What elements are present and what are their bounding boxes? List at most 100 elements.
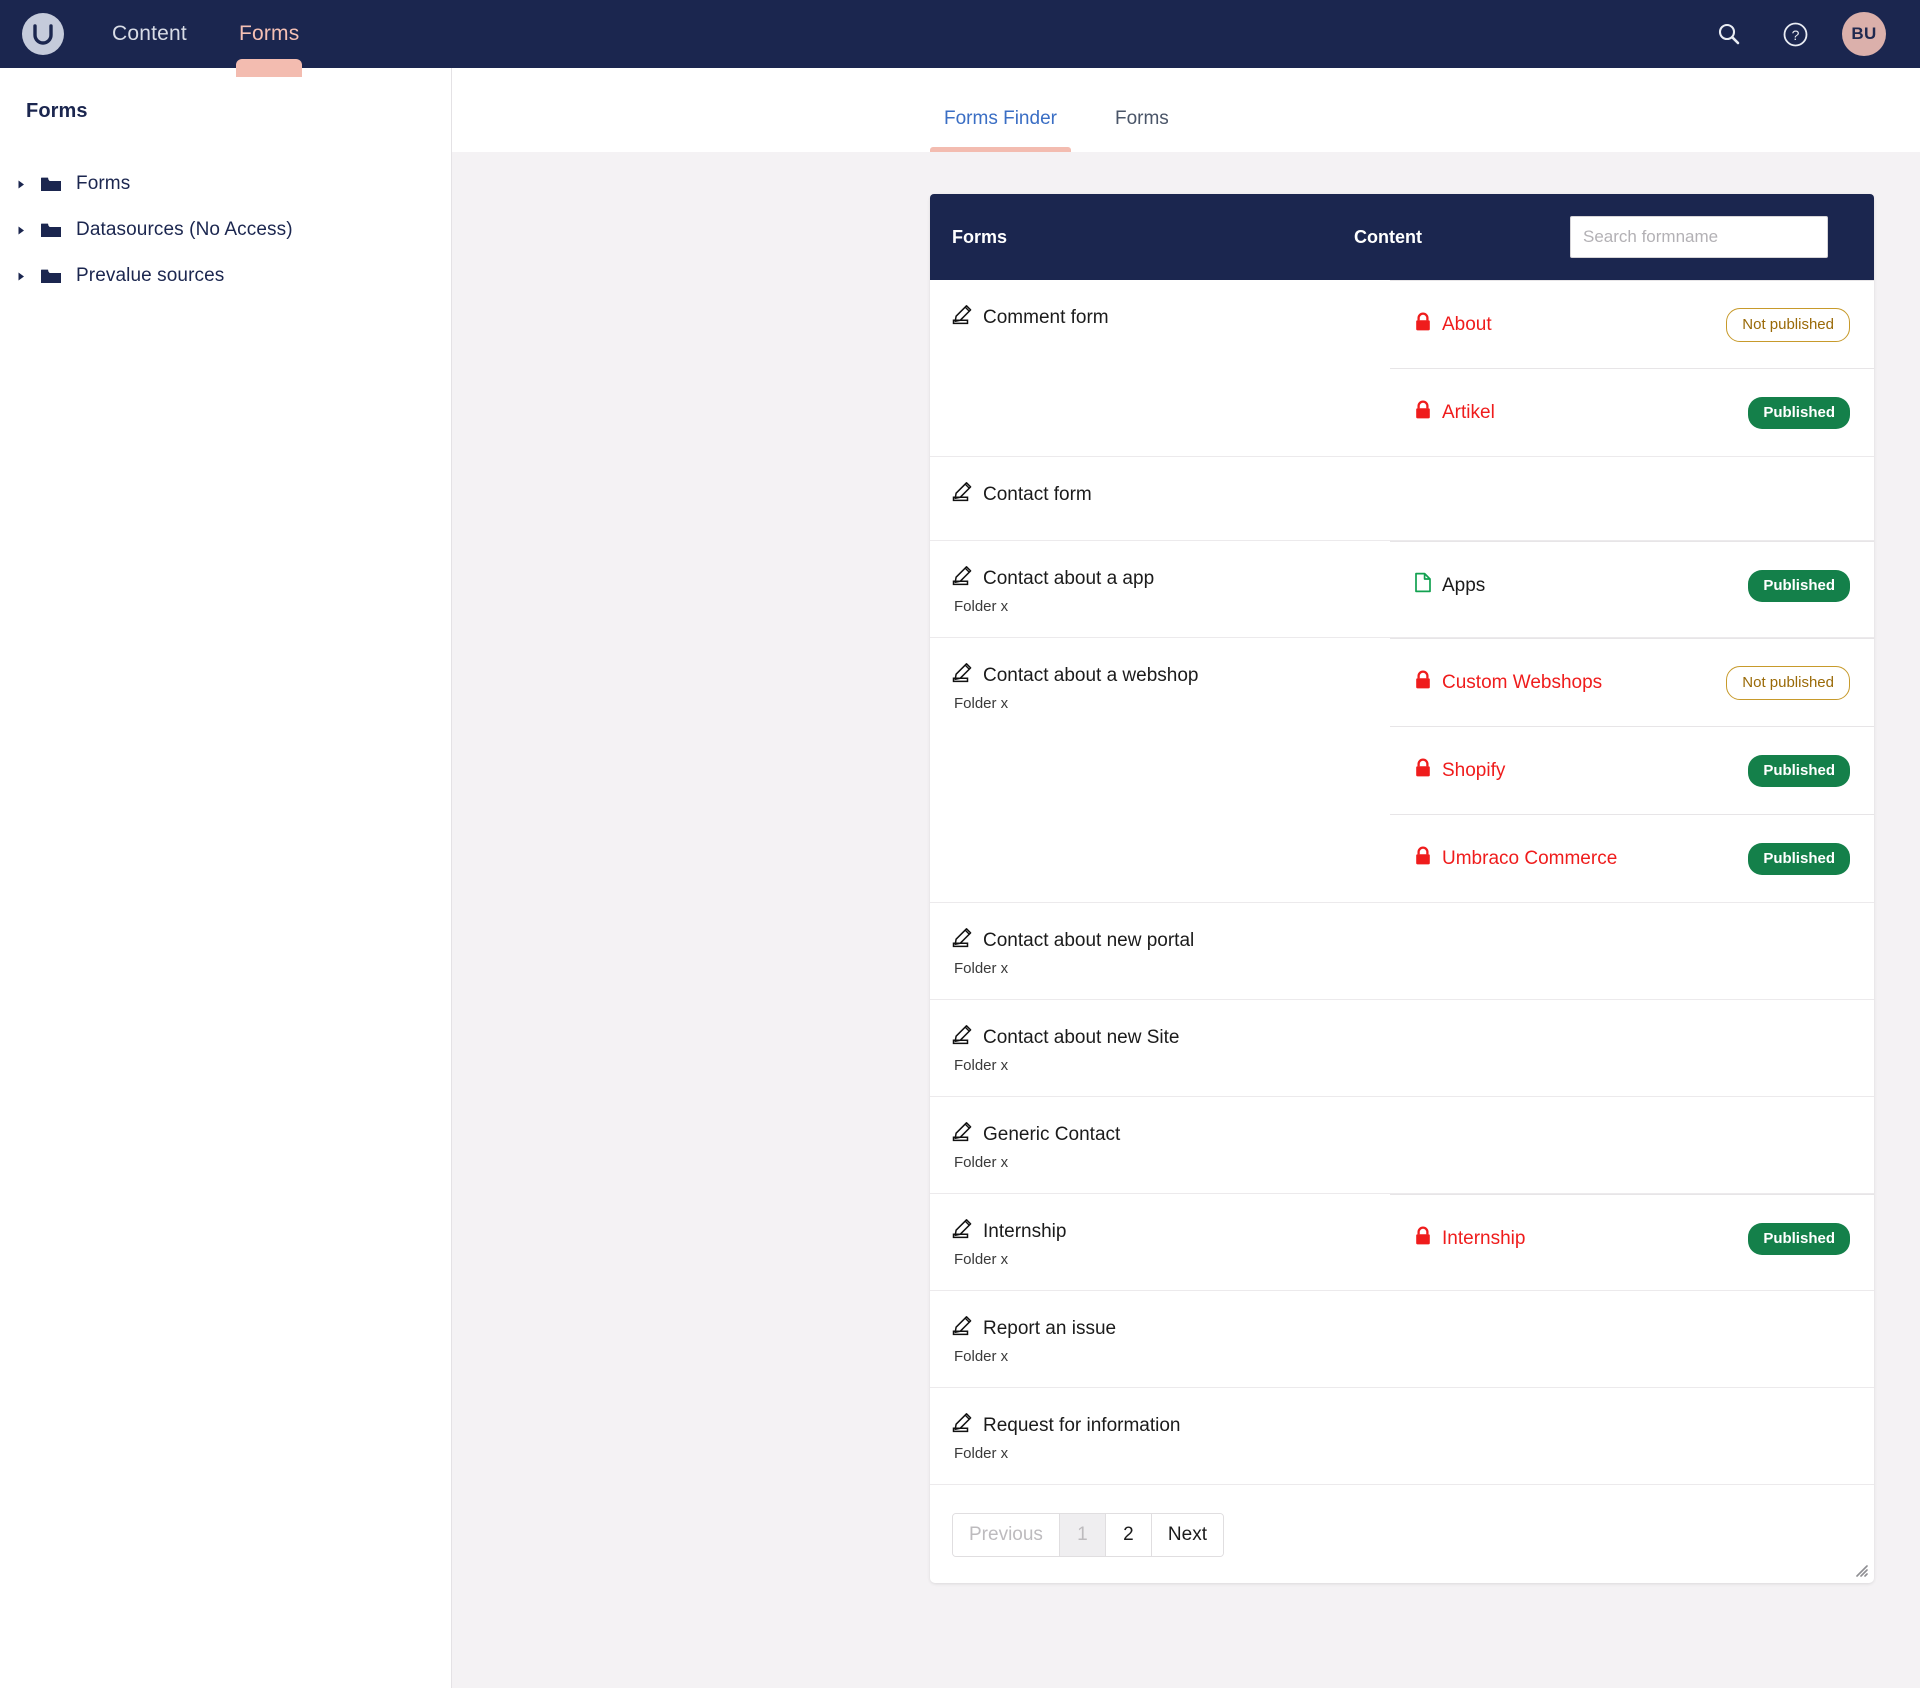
form-name-label: Contact about new portal — [983, 929, 1195, 951]
table-row: Contact form — [930, 457, 1874, 541]
form-edit-icon — [952, 1218, 973, 1245]
form-edit-icon — [952, 481, 973, 508]
sidebar: Forms Forms Datasources (No Access) Prev… — [0, 68, 452, 1688]
nav-item-content[interactable]: Content — [86, 0, 213, 68]
sidebar-item-forms-label: Forms — [76, 173, 131, 194]
table-row: Report an issue Folder x — [930, 1291, 1874, 1388]
content-link[interactable]: Shopify — [1414, 757, 1505, 784]
form-name[interactable]: Contact about new portal — [952, 927, 1370, 954]
status-badge-wrap: Not published — [1726, 307, 1850, 342]
form-name[interactable]: Internship — [952, 1218, 1370, 1245]
status-badge-wrap: Published — [1748, 754, 1850, 787]
form-name[interactable]: Contact about a webshop — [952, 662, 1370, 689]
chevron-right-icon[interactable] — [8, 271, 34, 282]
avatar-initials: BU — [1851, 24, 1877, 43]
content-link[interactable]: Apps — [1414, 572, 1485, 599]
content-link[interactable]: Artikel — [1414, 399, 1495, 426]
form-cell: Generic Contact Folder x — [930, 1097, 1390, 1193]
resize-grip-icon[interactable] — [1852, 1561, 1868, 1577]
form-edit-icon — [952, 927, 973, 954]
content-link[interactable]: Umbraco Commerce — [1414, 845, 1617, 872]
form-name[interactable]: Contact about new Site — [952, 1024, 1370, 1051]
sidebar-item-prevalue-sources-label: Prevalue sources — [76, 265, 225, 286]
content-link[interactable]: About — [1414, 311, 1492, 338]
form-edit-icon — [952, 1024, 973, 1051]
form-cell: Contact about a app Folder x — [930, 541, 1390, 637]
status-badge-wrap: Published — [1748, 842, 1850, 875]
content-link[interactable]: Internship — [1414, 1225, 1525, 1252]
umbraco-logo[interactable] — [0, 0, 86, 68]
table-header: Forms Content — [930, 194, 1874, 280]
form-name[interactable]: Comment form — [952, 304, 1370, 331]
document-icon — [1414, 572, 1432, 599]
status-badge-wrap: Not published — [1726, 665, 1850, 700]
tab-forms-finder[interactable]: Forms Finder — [930, 108, 1071, 152]
form-name[interactable]: Report an issue — [952, 1315, 1370, 1342]
pagination-page-2[interactable]: 2 — [1104, 1514, 1151, 1556]
folder-icon — [34, 267, 68, 285]
form-folder-label: Folder x — [954, 1445, 1009, 1462]
table-row: Contact about a app Folder x Apps Publis… — [930, 541, 1874, 638]
help-circle-icon[interactable]: ? — [1776, 15, 1814, 53]
column-header-content: Content — [1354, 226, 1422, 247]
nav-item-forms[interactable]: Forms — [213, 0, 326, 68]
search-icon[interactable] — [1710, 15, 1748, 53]
pagination-previous-button[interactable]: Previous — [953, 1514, 1059, 1556]
sidebar-title: Forms — [26, 100, 88, 122]
sidebar-tree: Forms Datasources (No Access) Prevalue s… — [0, 161, 451, 299]
folder-icon — [34, 221, 68, 239]
status-badge: Not published — [1726, 665, 1850, 700]
form-cell: Report an issue Folder x — [930, 1291, 1390, 1387]
umbraco-logo-icon — [22, 13, 64, 55]
pagination: Previous 1 2 Next — [952, 1513, 1224, 1557]
tab-forms-finder-label: Forms Finder — [944, 108, 1057, 129]
content-item: Internship Published — [1390, 1194, 1874, 1282]
form-cell: Contact about new portal Folder x — [930, 903, 1390, 999]
content-area: Forms Content Search formname Comment fo… — [452, 152, 1920, 1688]
content-cell: Custom Webshops Not published Shopify Pu… — [1390, 638, 1874, 902]
table-row: Contact about a webshop Folder x Custom … — [930, 638, 1874, 903]
chevron-right-icon[interactable] — [8, 179, 34, 190]
status-badge: Not published — [1726, 307, 1850, 342]
form-name[interactable]: Request for information — [952, 1412, 1370, 1439]
form-name[interactable]: Contact about a app — [952, 565, 1370, 592]
svg-text:?: ? — [1791, 27, 1799, 43]
tab-forms[interactable]: Forms — [1101, 108, 1183, 152]
table-row: Comment form About Not published Artikel… — [930, 280, 1874, 457]
search-formname-container — [1570, 216, 1828, 258]
form-name[interactable]: Generic Contact — [952, 1121, 1370, 1148]
column-header-forms: Forms — [952, 226, 1008, 247]
tab-forms-label: Forms — [1114, 108, 1169, 129]
form-edit-icon — [952, 662, 973, 689]
chevron-right-icon[interactable] — [8, 225, 34, 236]
content-item: Umbraco Commerce Published — [1390, 814, 1874, 902]
pagination-page-1[interactable]: 1 — [1058, 1514, 1105, 1556]
content-item: Apps Published — [1390, 541, 1874, 629]
form-cell: Contact about new Site Folder x — [930, 1000, 1390, 1096]
form-cell: Comment form — [930, 280, 1390, 456]
content-link[interactable]: Custom Webshops — [1414, 669, 1602, 696]
form-edit-icon — [952, 304, 973, 331]
search-input[interactable] — [1570, 216, 1828, 258]
content-cell: About Not published Artikel Published — [1390, 280, 1874, 456]
sidebar-item-datasources-label: Datasources (No Access) — [76, 219, 293, 240]
forms-finder-panel: Forms Content Search formname Comment fo… — [930, 194, 1874, 1583]
tab-bar: Forms Finder Forms — [452, 68, 1920, 152]
form-folder-label: Folder x — [954, 960, 1009, 977]
pagination-next-button[interactable]: Next — [1150, 1514, 1223, 1556]
avatar[interactable]: BU — [1842, 12, 1886, 56]
content-cell — [1390, 1388, 1874, 1484]
status-badge: Published — [1748, 842, 1850, 875]
sidebar-item-datasources[interactable]: Datasources (No Access) — [0, 207, 451, 253]
sidebar-item-forms[interactable]: Forms — [0, 161, 451, 207]
sidebar-item-prevalue-sources[interactable]: Prevalue sources — [0, 253, 451, 299]
status-badge: Published — [1748, 396, 1850, 429]
content-item: Custom Webshops Not published — [1390, 638, 1874, 726]
form-name[interactable]: Contact form — [952, 481, 1370, 508]
content-item: Artikel Published — [1390, 368, 1874, 456]
form-name-label: Report an issue — [983, 1317, 1117, 1339]
form-folder-label: Folder x — [954, 1057, 1009, 1074]
lock-icon — [1414, 399, 1432, 426]
lock-icon — [1414, 1225, 1432, 1252]
form-cell: Internship Folder x — [930, 1194, 1390, 1290]
